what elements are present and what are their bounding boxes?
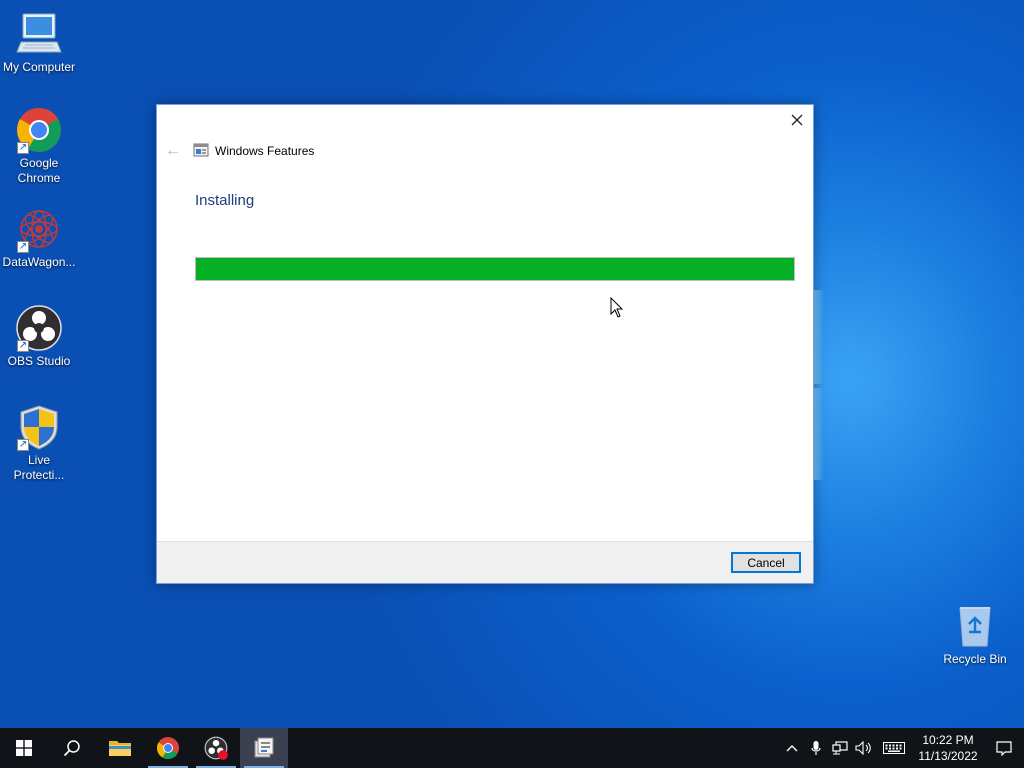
shortcut-arrow-icon: ↗ xyxy=(17,241,29,253)
recycle-bin-icon xyxy=(951,602,999,650)
clock-date: 11/13/2022 xyxy=(918,749,978,763)
shortcut-arrow-icon: ↗ xyxy=(17,142,29,154)
close-button[interactable] xyxy=(781,105,813,135)
back-arrow-icon[interactable]: ← xyxy=(165,142,181,160)
volume-icon[interactable] xyxy=(852,728,876,768)
windows-features-icon xyxy=(254,737,274,758)
datawagon-icon: ↗ xyxy=(15,205,63,253)
desktop-icon-label: OBS Studio xyxy=(7,354,71,368)
taskbar-windows-features[interactable] xyxy=(240,728,288,768)
show-hidden-icons-chevron-up-icon[interactable] xyxy=(780,728,804,768)
chrome-icon: ↗ xyxy=(15,106,63,154)
windows-logo-icon xyxy=(16,740,32,756)
network-icon[interactable] xyxy=(828,728,852,768)
desktop-icon-recycle-bin[interactable]: Recycle Bin xyxy=(937,602,1013,667)
desktop-icon-my-computer[interactable]: My Computer xyxy=(1,10,77,75)
status-heading: Installing xyxy=(195,192,255,209)
shortcut-arrow-icon: ↗ xyxy=(17,439,29,451)
folder-icon xyxy=(109,741,131,756)
dialog-title: Windows Features xyxy=(215,144,315,158)
desktop-icon-label: Live Protecti... xyxy=(13,453,65,482)
microphone-icon[interactable] xyxy=(804,728,828,768)
action-center-button[interactable] xyxy=(984,728,1024,768)
system-tray: 10:22 PM 11/13/2022 xyxy=(780,728,1024,768)
taskbar-obs-studio[interactable] xyxy=(192,728,240,768)
desktop-icon-live-protection[interactable]: ↗ Live Protecti... xyxy=(1,403,77,483)
start-button[interactable] xyxy=(0,728,48,768)
close-icon xyxy=(791,114,803,126)
search-button[interactable] xyxy=(48,728,96,768)
cancel-button[interactable]: Cancel xyxy=(731,552,801,573)
notification-icon xyxy=(996,741,1012,756)
computer-icon xyxy=(15,10,63,58)
taskbar-file-explorer[interactable] xyxy=(96,728,144,768)
search-icon xyxy=(63,740,80,757)
taskbar: 10:22 PM 11/13/2022 xyxy=(0,728,1024,768)
progress-fill xyxy=(196,258,794,280)
windows-features-dialog: ← Windows Features Installing Cancel xyxy=(156,104,814,584)
desktop-icon-label: Recycle Bin xyxy=(943,652,1007,666)
obs-recording-icon xyxy=(204,736,228,760)
mouse-cursor-icon xyxy=(610,297,624,318)
desktop-icon-label: Google Chrome xyxy=(17,156,61,185)
desktop-icon-google-chrome[interactable]: ↗ Google Chrome xyxy=(1,106,77,186)
chrome-icon xyxy=(157,737,179,759)
desktop-light-beam xyxy=(814,388,824,480)
desktop-icon-label: My Computer xyxy=(2,60,76,74)
obs-icon: ↗ xyxy=(15,304,63,352)
clock-time: 10:22 PM xyxy=(922,733,974,747)
clock[interactable]: 10:22 PM 11/13/2022 xyxy=(912,732,984,764)
install-progress-bar xyxy=(195,257,795,281)
windows-features-icon xyxy=(193,142,209,158)
desktop-icon-label: DataWagon... xyxy=(2,255,76,269)
desktop-light-beam xyxy=(814,290,824,384)
shield-icon: ↗ xyxy=(15,403,63,451)
shortcut-arrow-icon: ↗ xyxy=(17,340,29,352)
desktop-icon-datawagon[interactable]: ↗ DataWagon... xyxy=(1,205,77,270)
dialog-footer: Cancel xyxy=(157,541,813,583)
keyboard-icon[interactable] xyxy=(876,728,912,768)
desktop-icon-obs-studio[interactable]: ↗ OBS Studio xyxy=(1,304,77,369)
taskbar-chrome[interactable] xyxy=(144,728,192,768)
